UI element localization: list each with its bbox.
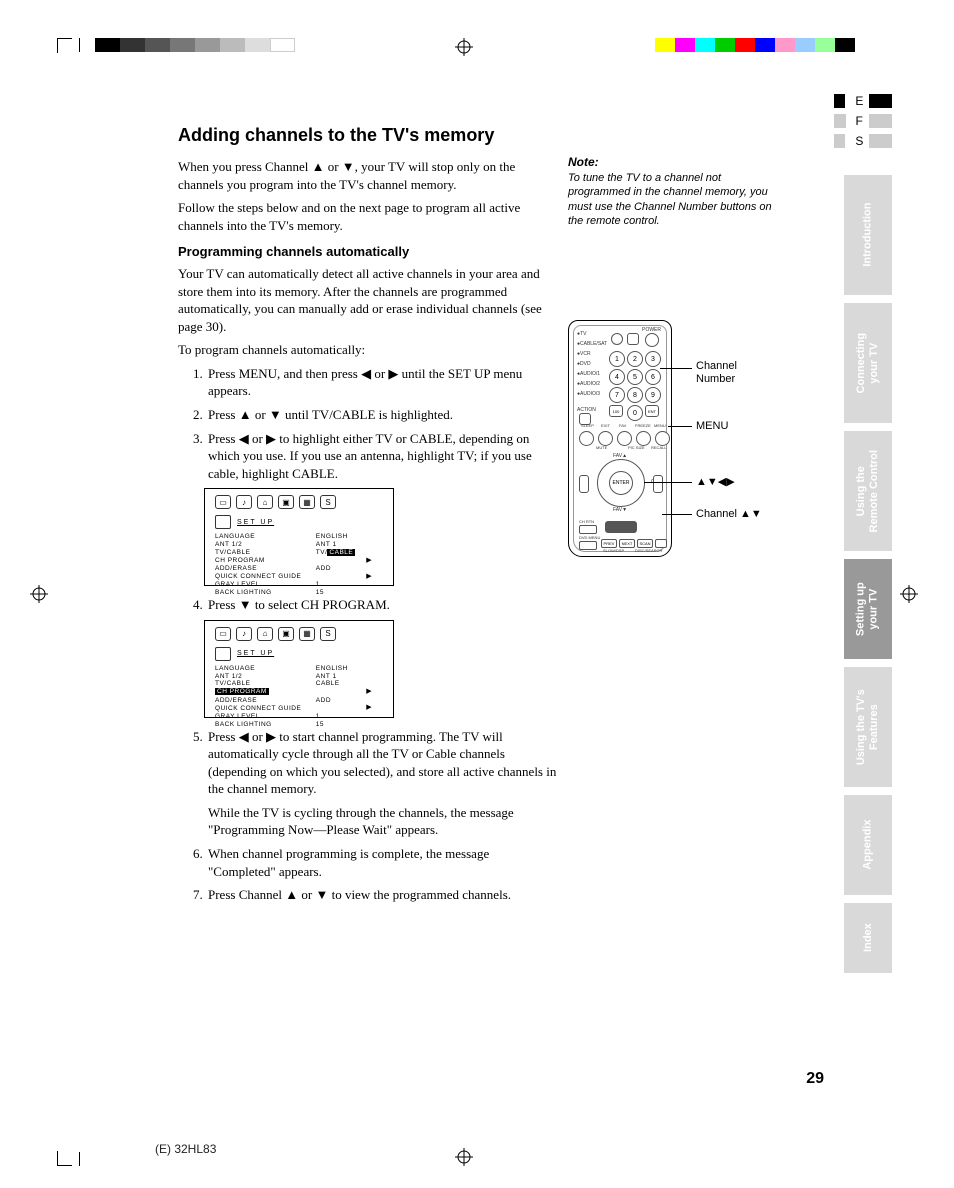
osd-icon: ▦ xyxy=(299,627,315,641)
registration-mark-icon xyxy=(455,1148,473,1166)
page-title: Adding channels to the TV's memory xyxy=(178,125,788,146)
step-item: Press Channel ▲ or ▼ to view the program… xyxy=(206,886,558,904)
osd-icon-row: ▭ ♪ ⌂ ▣ ▦ S xyxy=(215,495,383,509)
osd-icon: ▭ xyxy=(215,627,231,641)
note-box: Note: To tune the TV to a channel not pr… xyxy=(568,155,778,228)
callout-arrows: ▲▼◀▶ xyxy=(696,476,735,489)
section-tab: Using theRemote Control xyxy=(844,431,892,551)
subheading: Programming channels automatically xyxy=(178,244,558,259)
step-item: Press MENU, and then press ◀ or ▶ until … xyxy=(206,365,558,400)
osd-figure-2: ▭ ♪ ⌂ ▣ ▦ S SET UP LANGUAGEENGLISHANT 1/… xyxy=(204,620,394,718)
section-tabs: Introduction Connectingyour TV Using theRe… xyxy=(844,175,892,981)
body-paragraph: Your TV can automatically detect all act… xyxy=(178,265,558,335)
step-item: When channel programming is complete, th… xyxy=(206,845,558,880)
section-tab: Connectingyour TV xyxy=(844,303,892,423)
tv-icon xyxy=(215,515,231,529)
intro-paragraph: When you press Channel ▲ or ▼, your TV w… xyxy=(178,158,558,193)
lang-tab-f: F xyxy=(830,112,892,130)
lang-tab-e: E xyxy=(830,92,892,110)
crop-mark xyxy=(57,38,72,53)
registration-mark-icon xyxy=(900,585,918,603)
color-bar xyxy=(95,38,855,52)
crop-mark xyxy=(57,1151,72,1166)
section-tab: Appendix xyxy=(844,795,892,895)
page-number: 29 xyxy=(806,1070,824,1088)
osd-title: SET UP xyxy=(237,650,274,657)
registration-mark-icon xyxy=(455,38,473,56)
osd-icon: ⌂ xyxy=(257,495,273,509)
step-item: Press ◀ or ▶ to start channel programmin… xyxy=(206,728,558,839)
callout-channel-updown: Channel ▲▼ xyxy=(696,508,762,521)
osd-icon: ▣ xyxy=(278,627,294,641)
intro-paragraph: Follow the steps below and on the next p… xyxy=(178,199,558,234)
osd-icon: ▭ xyxy=(215,495,231,509)
language-tabs: E F S xyxy=(830,92,892,152)
osd-icon: ♪ xyxy=(236,495,252,509)
tv-icon xyxy=(215,647,231,661)
crop-mark xyxy=(79,1152,81,1166)
osd-icon: S xyxy=(320,627,336,641)
page-content: Adding channels to the TV's memory When … xyxy=(178,125,788,910)
osd-icon: S xyxy=(320,495,336,509)
step-item: Press ▲ or ▼ until TV/CABLE is highlight… xyxy=(206,406,558,424)
osd-title: SET UP xyxy=(237,519,274,526)
note-heading: Note: xyxy=(568,155,778,169)
footer-model: (E) 32HL83 xyxy=(155,1142,216,1156)
note-body: To tune the TV to a channel not programm… xyxy=(568,171,778,228)
crop-mark xyxy=(79,38,81,52)
section-tab: Introduction xyxy=(844,175,892,295)
step-item: Press ◀ or ▶ to highlight either TV or C… xyxy=(206,430,558,483)
remote-outline: ●TV ●CABLE/SAT ●VCR ●DVD ●AUDIO/1 ●AUDIO… xyxy=(568,320,672,557)
step-note: While the TV is cycling through the chan… xyxy=(208,804,558,839)
section-tab: Index xyxy=(844,903,892,973)
body-paragraph: To program channels automatically: xyxy=(178,341,558,359)
osd-figure-1: ▭ ♪ ⌂ ▣ ▦ S SET UP LANGUAGEENGLISHANT 1/… xyxy=(204,488,394,586)
osd-icon: ▦ xyxy=(299,495,315,509)
registration-mark-icon xyxy=(30,585,48,603)
section-tab: Setting upyour TV xyxy=(844,559,892,659)
osd-icon: ▣ xyxy=(278,495,294,509)
callout-menu: MENU xyxy=(696,420,728,433)
lang-tab-s: S xyxy=(830,132,892,150)
callout-channel-number: Channel Number xyxy=(696,360,737,386)
step-item: Press ▼ to select CH PROGRAM. xyxy=(206,596,558,614)
osd-icon-row: ▭ ♪ ⌂ ▣ ▦ S xyxy=(215,627,383,641)
section-tab: Using the TV'sFeatures xyxy=(844,667,892,787)
osd-icon: ♪ xyxy=(236,627,252,641)
osd-icon: ⌂ xyxy=(257,627,273,641)
remote-figure: ●TV ●CABLE/SAT ●VCR ●DVD ●AUDIO/1 ●AUDIO… xyxy=(568,320,798,557)
